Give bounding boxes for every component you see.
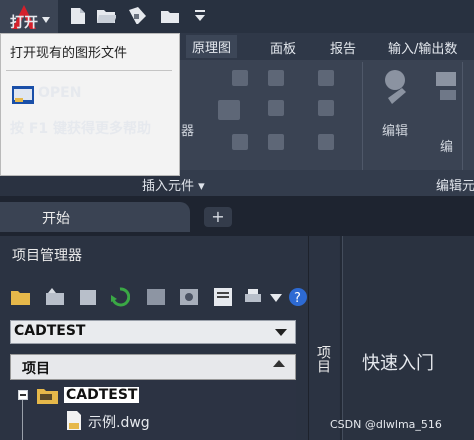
list-drawings-icon[interactable] — [212, 287, 232, 307]
dropdown-icon[interactable] — [194, 9, 206, 23]
project-list-header[interactable] — [10, 354, 296, 380]
project-select-value: CADTEST — [14, 323, 86, 339]
tooltip-title: 打开 — [10, 15, 38, 31]
side-tab-label: 项目 — [315, 345, 331, 373]
quick-start-card — [342, 236, 474, 440]
project-list-header-label: 项目 — [22, 361, 50, 377]
tooltip-description: 打开现有的图形文件 — [10, 46, 128, 61]
update-drawings-icon[interactable] — [145, 287, 165, 307]
command-icon — [12, 86, 34, 104]
tooltip-help: 按 F1 键获得更多帮助 — [10, 121, 152, 137]
ladder-icon[interactable] — [268, 134, 284, 150]
tab-start[interactable] — [0, 202, 190, 232]
ribbon-panel-titles — [180, 170, 474, 196]
side-tab[interactable] — [308, 236, 339, 440]
tab-schematic[interactable]: 原理图 — [186, 35, 238, 58]
chevron-down-icon[interactable] — [275, 329, 287, 336]
tree-line — [22, 400, 23, 440]
panel-title-insert-component[interactable]: 插入元件 ▾ — [142, 175, 205, 194]
tab-reports[interactable]: 报告 — [330, 38, 356, 57]
project-folder-icon — [37, 389, 58, 404]
symbol-icon[interactable] — [232, 134, 248, 150]
new-file-icon[interactable] — [68, 6, 88, 24]
circuit-icon[interactable] — [218, 100, 240, 120]
terminal-icon[interactable] — [318, 100, 334, 116]
tree-node-cadtest[interactable]: CADTEST — [64, 387, 140, 403]
watermark: CSDN @dlwlma_516 — [330, 418, 442, 431]
new-project-icon[interactable] — [44, 287, 64, 307]
component-icon[interactable] — [318, 70, 334, 86]
help-icon[interactable]: ? — [288, 287, 308, 307]
insert-grid-icon[interactable] — [268, 70, 284, 86]
tooltip-command: OPEN — [38, 85, 82, 101]
new-tab-button[interactable]: + — [204, 207, 232, 227]
plot-icon[interactable] — [243, 287, 263, 307]
refresh-icon[interactable] — [110, 287, 130, 307]
tooltip-divider — [6, 70, 172, 71]
panel-title-edit-component[interactable]: 编辑元 — [436, 175, 474, 194]
tree-node-drawing[interactable]: 示例.dwg — [88, 412, 150, 432]
ribbon-left-fragment: 器 — [181, 124, 195, 139]
tab-start-label: 开始 — [42, 211, 70, 227]
wire-icon[interactable] — [232, 70, 248, 86]
edit-label-2: 编 — [440, 140, 454, 155]
collapse-icon[interactable] — [18, 390, 28, 400]
project-properties-icon[interactable] — [78, 287, 98, 307]
save-as-icon[interactable] — [160, 6, 180, 24]
edit-component-icon[interactable] — [380, 68, 410, 118]
chevron-up-icon[interactable] — [273, 360, 285, 367]
edit-label: 编辑 — [382, 124, 409, 139]
plot-dropdown-icon[interactable] — [270, 294, 282, 304]
svg-text:?: ? — [294, 291, 301, 306]
drawing-file-icon — [67, 411, 81, 430]
sync-icon[interactable] — [178, 287, 198, 307]
tab-panel[interactable]: 面板 — [270, 38, 296, 57]
save-icon[interactable] — [126, 6, 146, 24]
open-folder-icon[interactable] — [96, 6, 116, 24]
project-manager-title: 项目管理器 — [12, 248, 82, 264]
connector-icon[interactable] — [268, 100, 284, 116]
cable-icon[interactable] — [318, 134, 334, 150]
copy-component-icon[interactable] — [432, 68, 462, 108]
open-project-icon[interactable] — [10, 287, 30, 307]
tab-import-export[interactable]: 输入/输出数 — [388, 38, 457, 57]
quick-start-title: 快速入门 — [362, 353, 434, 374]
